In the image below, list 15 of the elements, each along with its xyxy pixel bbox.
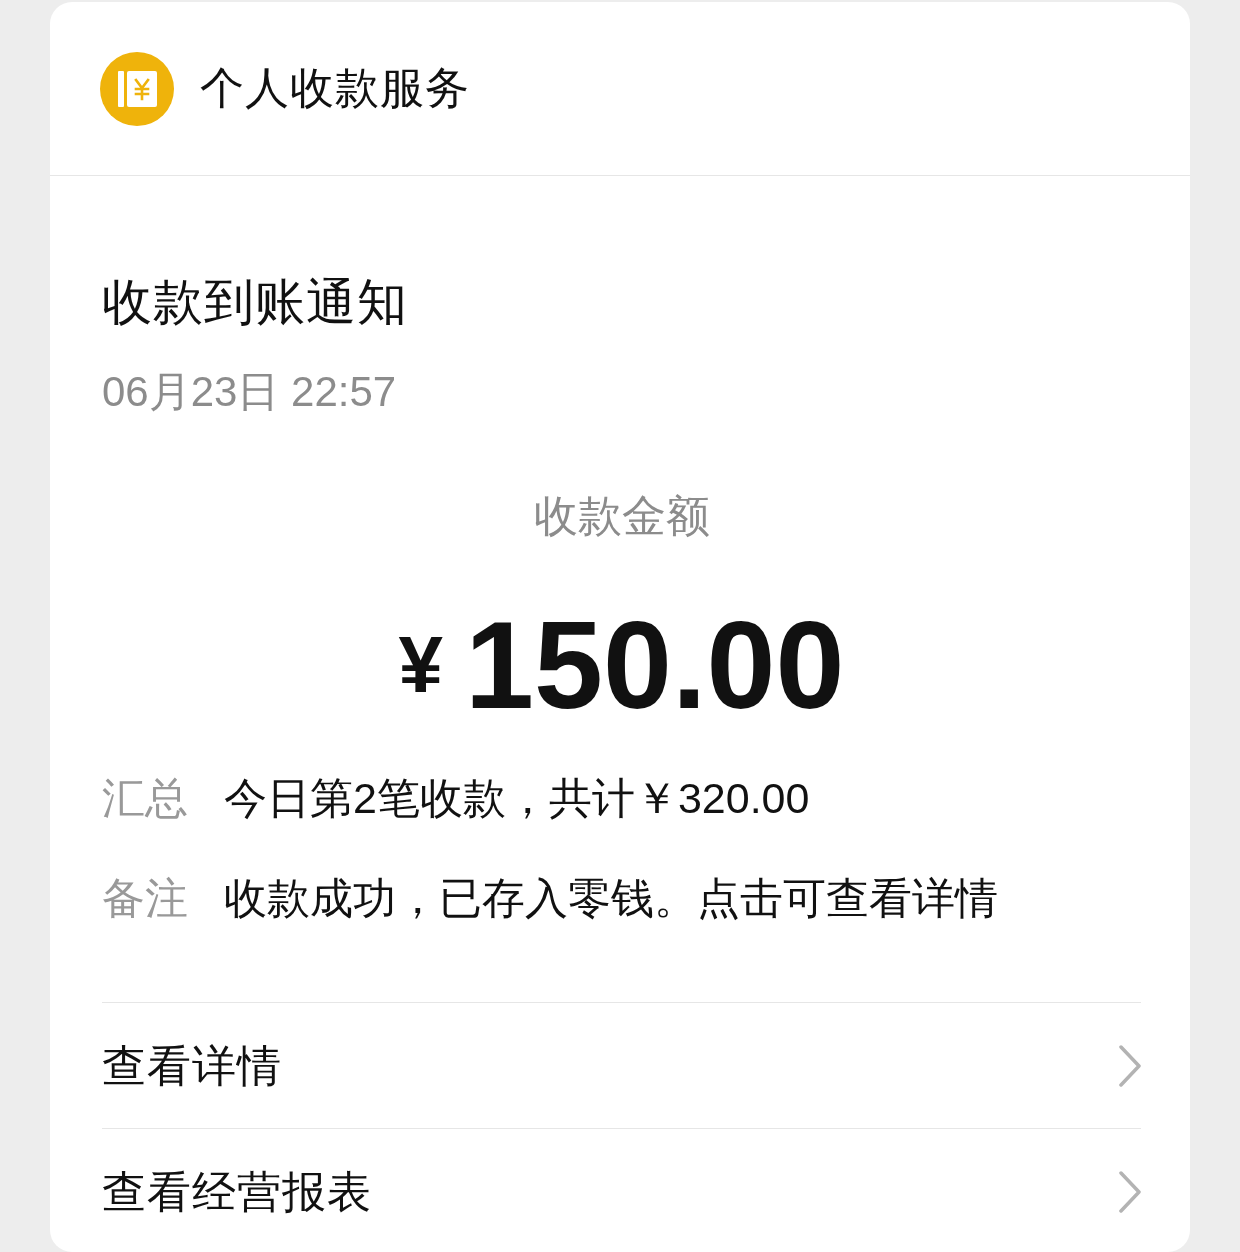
detail-value: 今日第2笔收款，共计￥320.00 [224,773,810,824]
service-title: 个人收款服务 [200,62,470,115]
detail-value: 收款成功，已存入零钱。点击可查看详情 [224,873,998,924]
wallet-book-icon [100,51,174,126]
detail-label: 汇总 [102,772,189,825]
amount-value: 150.00 [465,603,845,727]
currency-symbol: ¥ [398,625,444,705]
notice-title: 收款到账通知 [102,272,409,332]
menu-link[interactable]: 查看详情 [102,1002,1141,1128]
notice-time: 06月23日 22:57 [102,367,398,417]
chevron-right-icon [1119,1044,1141,1087]
chevron-right-icon [1119,1170,1141,1213]
menu-link[interactable]: 查看经营报表 [102,1128,1141,1252]
detail-label: 备注 [102,872,189,925]
amount-label: 收款金额 [532,489,711,543]
